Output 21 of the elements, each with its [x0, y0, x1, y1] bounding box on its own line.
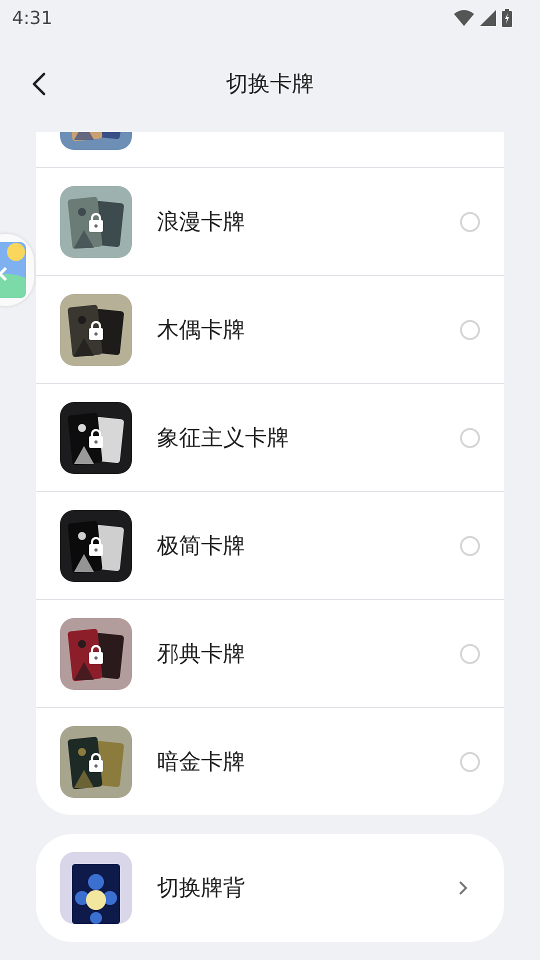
radio-button[interactable]: [460, 212, 480, 232]
status-time: 4:31: [12, 8, 52, 28]
radio-button[interactable]: [460, 428, 480, 448]
back-icon[interactable]: [32, 72, 46, 96]
switch-back-button[interactable]: 切换牌背: [36, 834, 504, 942]
card-style-name: 暗金卡牌: [157, 748, 246, 776]
card-style-name: 象征主义卡牌: [157, 424, 290, 452]
card-style-name: 浪漫卡牌: [157, 208, 246, 236]
chevron-right-icon: [458, 880, 468, 896]
radio-button[interactable]: [460, 752, 480, 772]
card-style-name: 木偶卡牌: [157, 316, 246, 344]
radio-button[interactable]: [460, 644, 480, 664]
image-icon: [0, 242, 28, 298]
card-style-name: 极简卡牌: [157, 532, 246, 560]
card-style-name: 邪典卡牌: [157, 640, 246, 668]
page-title: 切换卡牌: [226, 71, 314, 99]
signal-icon: [480, 10, 496, 26]
wifi-icon: [454, 10, 474, 26]
radio-button[interactable]: [460, 536, 480, 556]
radio-button[interactable]: [460, 320, 480, 340]
battery-icon: [502, 9, 512, 27]
